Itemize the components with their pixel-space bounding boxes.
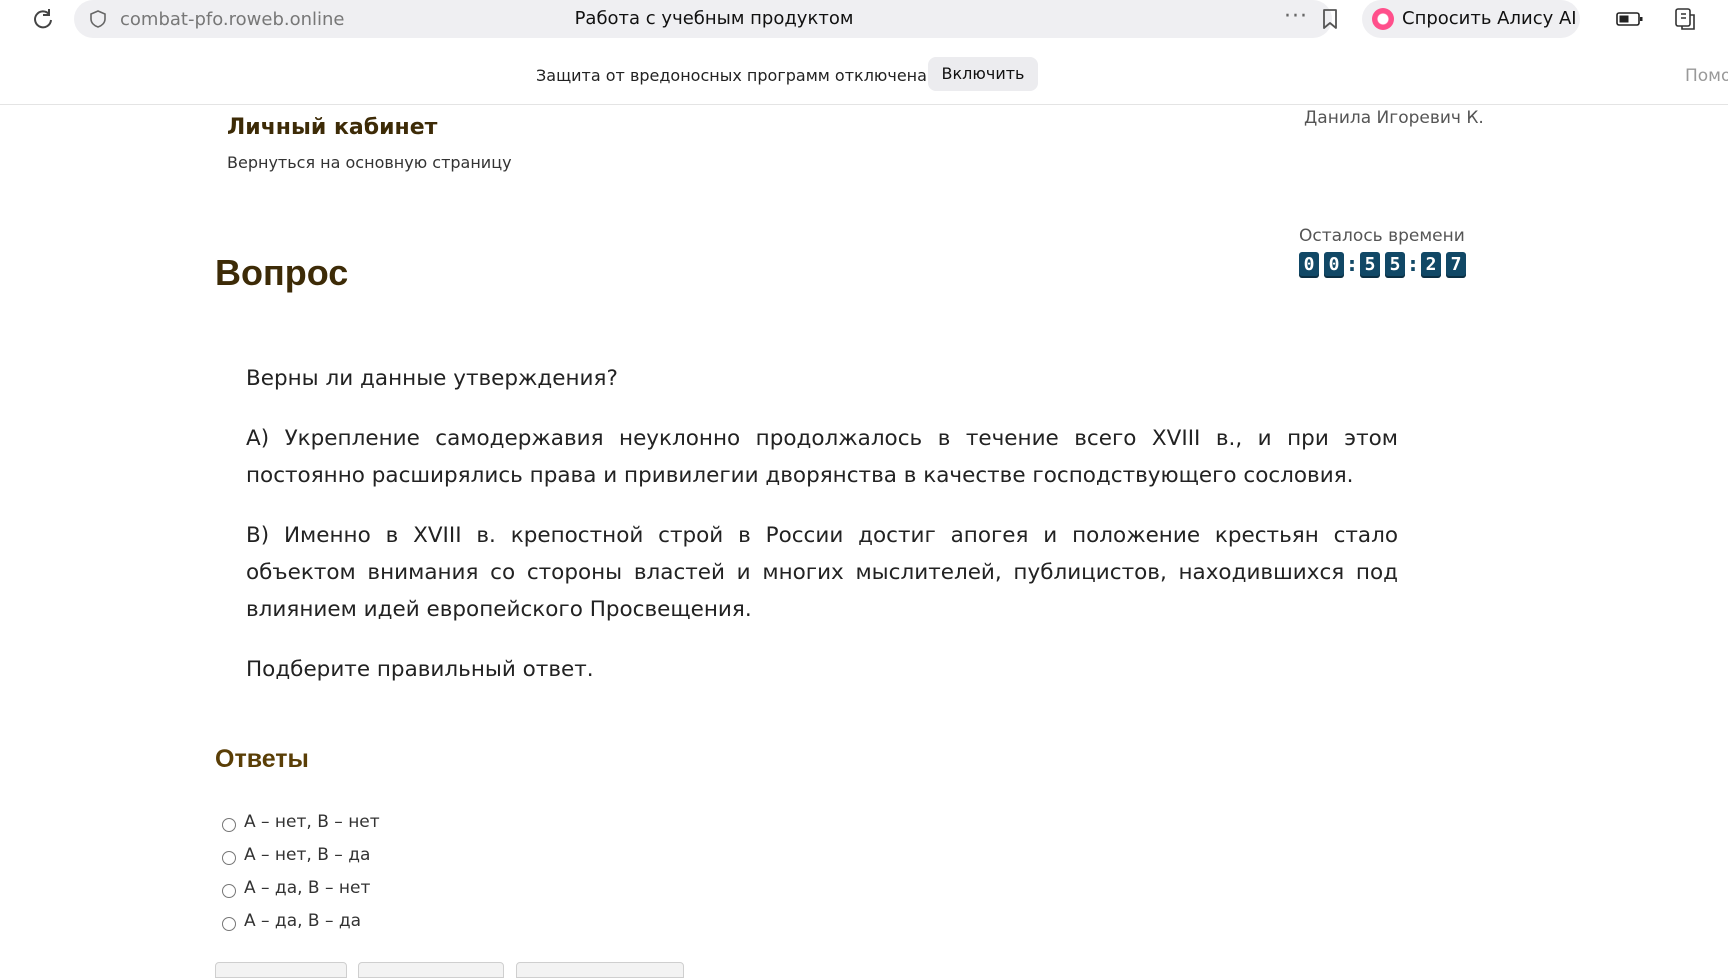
timer-separator: :: [1409, 252, 1417, 276]
answer-radio[interactable]: [222, 851, 236, 865]
answers-heading: Ответы: [215, 745, 309, 773]
answer-radio[interactable]: [222, 917, 236, 931]
question-paragraph: Верны ли данные утверждения?: [246, 366, 618, 391]
back-to-main-link[interactable]: Вернуться на основную страницу: [227, 153, 512, 172]
action-button[interactable]: [215, 962, 347, 978]
timer-separator: :: [1348, 252, 1356, 276]
action-button[interactable]: [358, 962, 504, 978]
answer-label[interactable]: А – нет, В – нет: [244, 812, 380, 832]
time-left-label: Осталось времени: [1299, 226, 1465, 246]
side-panel-icon[interactable]: [1672, 6, 1698, 32]
ask-alice-button[interactable]: Спросить Алису AI: [1362, 0, 1580, 38]
page-tab-title: Работа с учебным продуктом: [574, 8, 854, 29]
action-button[interactable]: [516, 962, 684, 978]
timer-digit: 5: [1385, 252, 1405, 278]
user-name: Данила Игоревич К.: [1304, 108, 1484, 128]
question-paragraph: А) Укрепление самодержавия неуклонно про…: [246, 426, 1398, 488]
answer-label[interactable]: А – да, В – да: [244, 911, 361, 931]
cabinet-title: Личный кабинет: [227, 115, 438, 140]
security-notice-bar: Защита от вредоносных программ отключена…: [0, 38, 1728, 105]
notice-message: Защита от вредоносных программ отключена: [536, 66, 927, 85]
answer-radio[interactable]: [222, 818, 236, 832]
help-link[interactable]: Помощь: [1685, 66, 1728, 86]
question-text: Верны ли данные утверждения? А) Укреплен…: [246, 360, 1398, 711]
timer-digit: 0: [1324, 252, 1344, 278]
answer-radio[interactable]: [222, 884, 236, 898]
timer-digit: 2: [1421, 252, 1441, 278]
browser-toolbar: combat-pfo.roweb.online Работа с учебным…: [0, 0, 1728, 38]
more-icon[interactable]: ···: [1284, 4, 1308, 29]
alice-icon: [1372, 8, 1394, 30]
answer-label[interactable]: А – нет, В – да: [244, 845, 370, 865]
battery-icon[interactable]: [1616, 11, 1644, 27]
question-paragraph: Подберите правильный ответ.: [246, 657, 594, 682]
reload-icon[interactable]: [30, 6, 56, 32]
question-paragraph: В) Именно в XVIII в. крепостной строй в …: [246, 523, 1398, 622]
question-heading: Вопрос: [215, 252, 349, 293]
timer-digit: 0: [1299, 252, 1319, 278]
address-bar[interactable]: combat-pfo.roweb.online Работа с учебным…: [74, 0, 1337, 38]
ask-alice-label: Спросить Алису AI: [1402, 8, 1577, 29]
answer-label[interactable]: А – да, В – нет: [244, 878, 370, 898]
enable-protection-button[interactable]: Включить: [928, 57, 1038, 91]
timer-digit: 7: [1446, 252, 1466, 278]
bookmark-icon[interactable]: [1320, 8, 1340, 30]
timer-digit: 5: [1360, 252, 1380, 278]
